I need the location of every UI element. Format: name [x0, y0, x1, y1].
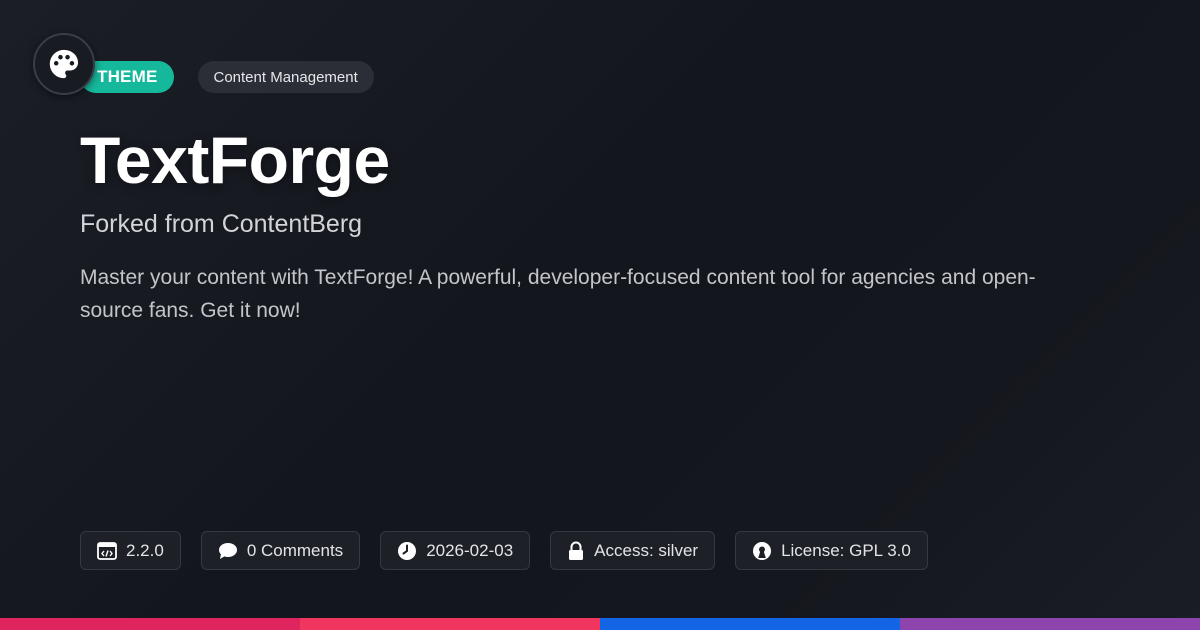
- description: Master your content with TextForge! A po…: [80, 266, 1036, 322]
- meta-row: 2.2.0 0 Comments 2026-02-03 Access: silv…: [80, 531, 928, 570]
- comment-icon: [218, 542, 237, 559]
- license-text: License: GPL 3.0: [781, 540, 911, 560]
- page-title: TextForge: [80, 123, 390, 197]
- date-chip: 2026-02-03: [380, 531, 531, 570]
- color-bar-segment-1: [0, 618, 300, 630]
- lock-icon: [569, 541, 584, 560]
- license-chip: License: GPL 3.0: [735, 531, 928, 570]
- comments-text: 0 Comments: [246, 540, 344, 560]
- palette-icon: [49, 49, 79, 79]
- date-text: 2026-02-03: [426, 540, 514, 560]
- open-source-icon: [753, 541, 772, 560]
- tag-row: THEME Content Management: [80, 61, 374, 93]
- clock-icon: [398, 541, 417, 560]
- color-bar-segment-3: [600, 618, 900, 630]
- subtitle: Forked from ContentBerg: [80, 210, 363, 238]
- color-bar: [0, 618, 1200, 630]
- code-window-icon: [97, 541, 117, 560]
- logo: [33, 33, 95, 95]
- color-bar-segment-2: [300, 618, 600, 630]
- version-chip: 2.2.0: [80, 531, 181, 570]
- color-bar-segment-4: [900, 618, 1200, 630]
- access-chip: Access: silver: [550, 531, 716, 570]
- access-text: Access: silver: [594, 540, 699, 560]
- category-tag[interactable]: Content Management: [197, 61, 374, 93]
- comments-chip[interactable]: 0 Comments: [200, 531, 361, 570]
- version-text: 2.2.0: [126, 540, 164, 560]
